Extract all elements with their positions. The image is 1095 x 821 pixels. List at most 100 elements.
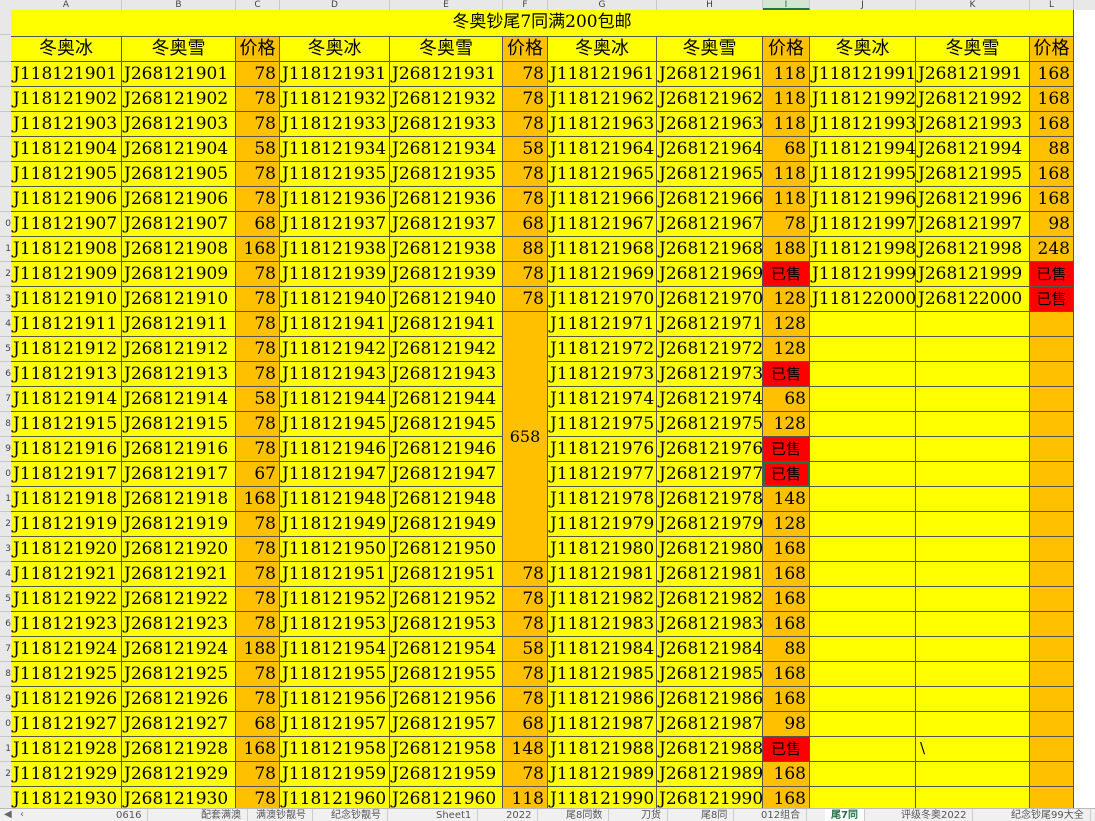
price-cell[interactable]: 78 — [503, 587, 548, 612]
price-cell[interactable]: 78 — [236, 787, 280, 808]
row-number[interactable]: 0 — [0, 212, 11, 237]
bing-code-cell[interactable] — [810, 312, 916, 337]
column-letter[interactable]: F — [503, 0, 548, 10]
bing-code-cell[interactable]: J118121957 — [280, 712, 390, 737]
bing-code-cell[interactable]: J118121964 — [548, 137, 657, 162]
xue-code-cell[interactable]: J268121945 — [390, 412, 503, 437]
row-number[interactable] — [0, 10, 11, 35]
price-cell[interactable]: 78 — [236, 587, 280, 612]
column-letter[interactable]: I — [763, 0, 810, 10]
xue-code-cell[interactable]: J268121953 — [390, 612, 503, 637]
price-cell[interactable] — [1030, 687, 1074, 712]
sheet-tab[interactable]: 尾7同 — [825, 809, 865, 821]
bing-code-cell[interactable]: J118121982 — [548, 587, 657, 612]
bing-code-cell[interactable]: J118121965 — [548, 162, 657, 187]
bing-code-cell[interactable] — [810, 437, 916, 462]
row-number[interactable]: 4 — [0, 562, 11, 587]
bing-code-cell[interactable]: J118121949 — [280, 512, 390, 537]
bing-code-cell[interactable]: J118121948 — [280, 487, 390, 512]
xue-code-cell[interactable]: J268121946 — [390, 437, 503, 462]
price-cell[interactable]: 78 — [236, 437, 280, 462]
row-number[interactable] — [0, 87, 11, 112]
price-cell[interactable] — [1030, 662, 1074, 687]
bing-code-cell[interactable]: J118121990 — [548, 787, 657, 808]
bing-code-cell[interactable]: J118121945 — [280, 412, 390, 437]
sheet-tab[interactable]: 2022 — [500, 809, 539, 821]
price-cell[interactable]: 98 — [1030, 212, 1074, 237]
bing-code-cell[interactable]: J118121981 — [548, 562, 657, 587]
xue-code-cell[interactable]: J268121913 — [122, 362, 236, 387]
bing-code-cell[interactable]: J118121937 — [280, 212, 390, 237]
row-number[interactable]: 7 — [0, 387, 11, 412]
bing-code-cell[interactable]: J118121985 — [548, 662, 657, 687]
xue-code-cell[interactable]: J268121977 — [657, 462, 763, 487]
xue-code-cell[interactable]: J268121971 — [657, 312, 763, 337]
sheet-tab[interactable]: 纪念钞靓号 — [325, 809, 388, 821]
xue-code-cell[interactable]: J268121929 — [122, 762, 236, 787]
bing-code-cell[interactable]: J118121908 — [11, 237, 122, 262]
xue-code-cell[interactable]: J268121988 — [657, 737, 763, 762]
bing-code-cell[interactable] — [810, 487, 916, 512]
bing-code-cell[interactable]: J118121970 — [548, 287, 657, 312]
xue-code-cell[interactable]: J268121962 — [657, 87, 763, 112]
merged-price-cell[interactable]: 658 — [503, 312, 548, 562]
column-letter[interactable]: K — [916, 0, 1030, 10]
price-cell[interactable]: 168 — [1030, 112, 1074, 137]
bing-code-cell[interactable]: J118121926 — [11, 687, 122, 712]
xue-code-cell[interactable] — [916, 637, 1030, 662]
bing-code-cell[interactable] — [810, 562, 916, 587]
price-cell[interactable]: 118 — [503, 787, 548, 808]
xue-code-cell[interactable]: J268121965 — [657, 162, 763, 187]
bing-code-cell[interactable]: J118121969 — [548, 262, 657, 287]
price-cell[interactable]: 78 — [503, 687, 548, 712]
bing-code-cell[interactable]: J118121935 — [280, 162, 390, 187]
column-letter[interactable]: E — [390, 0, 503, 10]
xue-code-cell[interactable]: J268121914 — [122, 387, 236, 412]
column-letter[interactable]: J — [810, 0, 916, 10]
xue-code-cell[interactable]: J268121928 — [122, 737, 236, 762]
row-number[interactable] — [0, 112, 11, 137]
bing-code-cell[interactable]: J118121909 — [11, 262, 122, 287]
bing-code-cell[interactable]: J118121924 — [11, 637, 122, 662]
price-cell[interactable]: 118 — [763, 112, 810, 137]
price-cell[interactable]: 78 — [236, 187, 280, 212]
xue-code-cell[interactable] — [916, 687, 1030, 712]
xue-code-cell[interactable] — [916, 462, 1030, 487]
row-number[interactable] — [0, 37, 11, 62]
xue-code-cell[interactable]: J268121934 — [390, 137, 503, 162]
bing-code-cell[interactable]: J118121946 — [280, 437, 390, 462]
price-cell[interactable] — [1030, 437, 1074, 462]
xue-code-cell[interactable]: J268121979 — [657, 512, 763, 537]
price-cell[interactable]: 78 — [503, 112, 548, 137]
bing-code-cell[interactable]: J118121955 — [280, 662, 390, 687]
xue-code-cell[interactable]: J268121989 — [657, 762, 763, 787]
xue-code-cell[interactable]: J268121961 — [657, 62, 763, 87]
bing-code-cell[interactable]: J118121914 — [11, 387, 122, 412]
price-cell[interactable]: 68 — [236, 712, 280, 737]
xue-code-cell[interactable]: J268121954 — [390, 637, 503, 662]
price-cell[interactable]: 78 — [236, 112, 280, 137]
price-cell[interactable] — [1030, 612, 1074, 637]
xue-code-cell[interactable]: J268121975 — [657, 412, 763, 437]
sheet-tab[interactable]: 评级冬奥2022 — [895, 809, 974, 821]
bing-code-cell[interactable]: J118121915 — [11, 412, 122, 437]
bing-code-cell[interactable]: J118121956 — [280, 687, 390, 712]
xue-code-cell[interactable]: J268121980 — [657, 537, 763, 562]
sheet-title-cell[interactable]: 冬奥钞尾7同满200包邮 — [11, 10, 1074, 37]
price-cell[interactable]: 118 — [763, 162, 810, 187]
price-cell[interactable]: 168 — [763, 562, 810, 587]
price-cell[interactable]: 58 — [236, 387, 280, 412]
column-header-cell[interactable]: 冬奥雪 — [390, 37, 503, 62]
xue-code-cell[interactable]: J268121903 — [122, 112, 236, 137]
bing-code-cell[interactable]: J118121950 — [280, 537, 390, 562]
bing-code-cell[interactable]: J118121953 — [280, 612, 390, 637]
price-cell[interactable]: 78 — [236, 62, 280, 87]
price-cell[interactable] — [1030, 387, 1074, 412]
bing-code-cell[interactable]: J118121960 — [280, 787, 390, 808]
bing-code-cell[interactable]: J118121994 — [810, 137, 916, 162]
bing-code-cell[interactable]: J118121968 — [548, 237, 657, 262]
row-number[interactable]: 1 — [0, 237, 11, 262]
price-cell[interactable]: 78 — [236, 562, 280, 587]
bing-code-cell[interactable]: J118121906 — [11, 187, 122, 212]
xue-code-cell[interactable] — [916, 762, 1030, 787]
